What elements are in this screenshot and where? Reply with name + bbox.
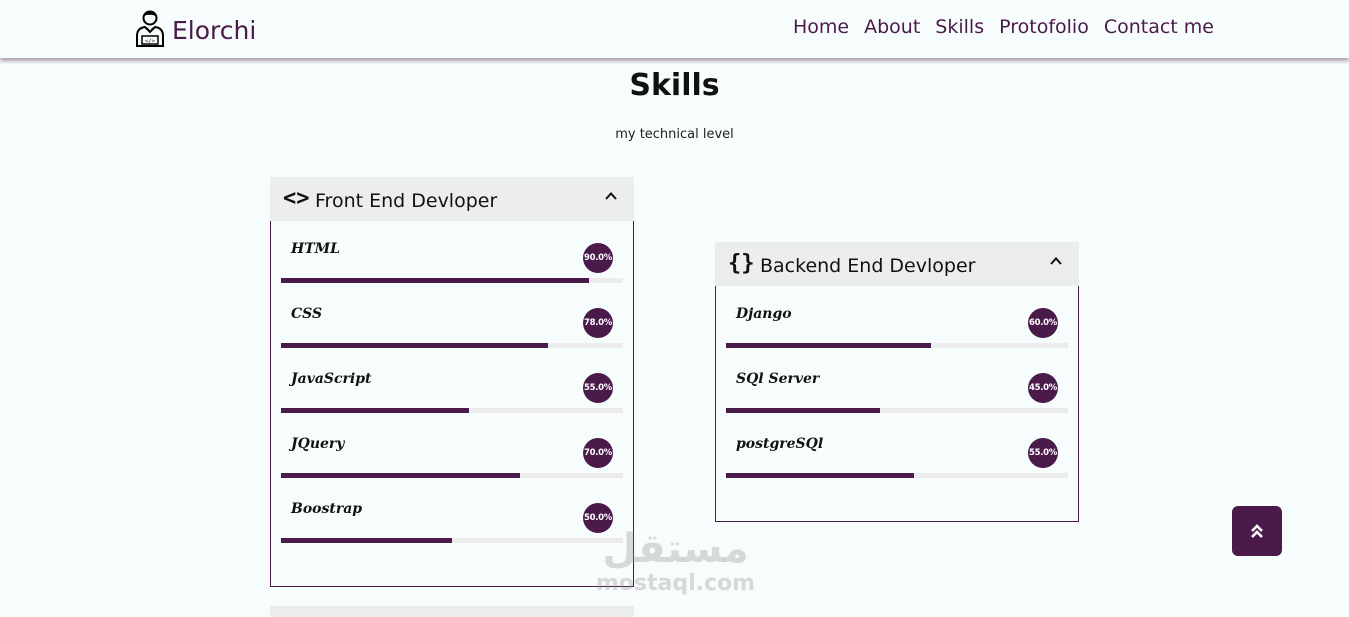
section-subtitle: my technical level <box>615 127 734 142</box>
nav-link-skills[interactable]: Skills <box>935 16 984 38</box>
skill-item: JavaScript 55.0% <box>281 351 623 416</box>
skill-item: HTML 90.0% <box>281 221 623 286</box>
skill-percent-badge: 60.0% <box>1028 308 1058 338</box>
skill-name: HTML <box>291 241 340 257</box>
backend-skills-card: {} Backend End Devloper Django 60.0% SQl… <box>715 242 1079 522</box>
skill-name: CSS <box>291 306 323 322</box>
backend-card-body: Django 60.0% SQl Server 45.0% postgreSQl… <box>715 286 1079 522</box>
skill-percent-badge: 78.0% <box>583 308 613 338</box>
curly-braces-icon: {} <box>728 251 755 276</box>
skill-progress-track <box>726 343 1068 348</box>
skill-name: JavaScript <box>291 371 372 387</box>
double-chevron-up-icon <box>1251 524 1263 538</box>
skill-progress-fill <box>726 473 915 478</box>
skill-progress-track <box>281 538 623 543</box>
skill-percent-badge: 55.0% <box>1028 438 1058 468</box>
skill-name: Django <box>736 306 792 322</box>
frontend-card-header[interactable]: <> Front End Devloper <box>270 177 634 221</box>
frontend-card-title: Front End Devloper <box>315 190 498 212</box>
scroll-to-top-button[interactable] <box>1232 506 1282 556</box>
skill-progress-track <box>281 278 623 283</box>
brand-logo[interactable]: </> Elorchi <box>133 9 256 47</box>
skill-progress-track <box>281 473 623 478</box>
developer-avatar-icon: </> <box>136 10 164 47</box>
skill-name: JQuery <box>291 436 345 452</box>
chevron-up-icon[interactable] <box>604 189 618 203</box>
frontend-skills-card: <> Front End Devloper HTML 90.0% CSS 78.… <box>270 177 634 587</box>
backend-card-title: Backend End Devloper <box>760 255 976 277</box>
skill-item: postgreSQl 55.0% <box>726 416 1068 481</box>
skill-percent-badge: 55.0% <box>583 373 613 403</box>
backend-card-header[interactable]: {} Backend End Devloper <box>715 242 1079 286</box>
skill-progress-track <box>726 408 1068 413</box>
code-brackets-icon: <> <box>283 186 310 211</box>
skill-progress-fill <box>281 473 521 478</box>
chevron-up-icon[interactable] <box>1049 254 1063 268</box>
brand-name: Elorchi <box>172 15 257 45</box>
skill-name: postgreSQl <box>736 436 824 452</box>
skill-percent-badge: 70.0% <box>583 438 613 468</box>
skill-progress-fill <box>726 408 880 413</box>
skill-progress-track <box>281 408 623 413</box>
skill-item: SQl Server 45.0% <box>726 351 1068 416</box>
skill-progress-fill <box>726 343 932 348</box>
nav-link-contact[interactable]: Contact me <box>1104 16 1214 38</box>
skill-percent-badge: 90.0% <box>583 243 613 273</box>
skill-progress-track <box>726 473 1068 478</box>
skill-item: CSS 78.0% <box>281 286 623 351</box>
skill-name: Boostrap <box>291 501 363 517</box>
skill-progress-fill <box>281 538 452 543</box>
skill-progress-track <box>281 343 623 348</box>
nav-link-about[interactable]: About <box>864 16 920 38</box>
skill-percent-badge: 50.0% <box>583 503 613 533</box>
skill-percent-badge: 45.0% <box>1028 373 1058 403</box>
skill-item: Boostrap 50.0% <box>281 481 623 546</box>
skill-progress-fill <box>281 343 548 348</box>
nav-link-home[interactable]: Home <box>793 16 849 38</box>
navbar: </> Elorchi Home About Skills Protofolio… <box>0 0 1349 58</box>
skill-progress-fill <box>281 278 589 283</box>
next-skills-card-header[interactable] <box>270 606 634 617</box>
skill-item: Django 60.0% <box>726 286 1068 351</box>
skill-name: SQl Server <box>736 371 820 387</box>
nav-link-portfolio[interactable]: Protofolio <box>999 16 1089 38</box>
frontend-card-body: HTML 90.0% CSS 78.0% JavaScript 55.0% JQ… <box>270 221 634 587</box>
skill-progress-fill <box>281 408 470 413</box>
skill-item: JQuery 70.0% <box>281 416 623 481</box>
svg-text:</>: </> <box>145 39 156 45</box>
section-title: Skills <box>629 68 720 103</box>
nav-menu: Home About Skills Protofolio Contact me <box>793 16 1214 38</box>
